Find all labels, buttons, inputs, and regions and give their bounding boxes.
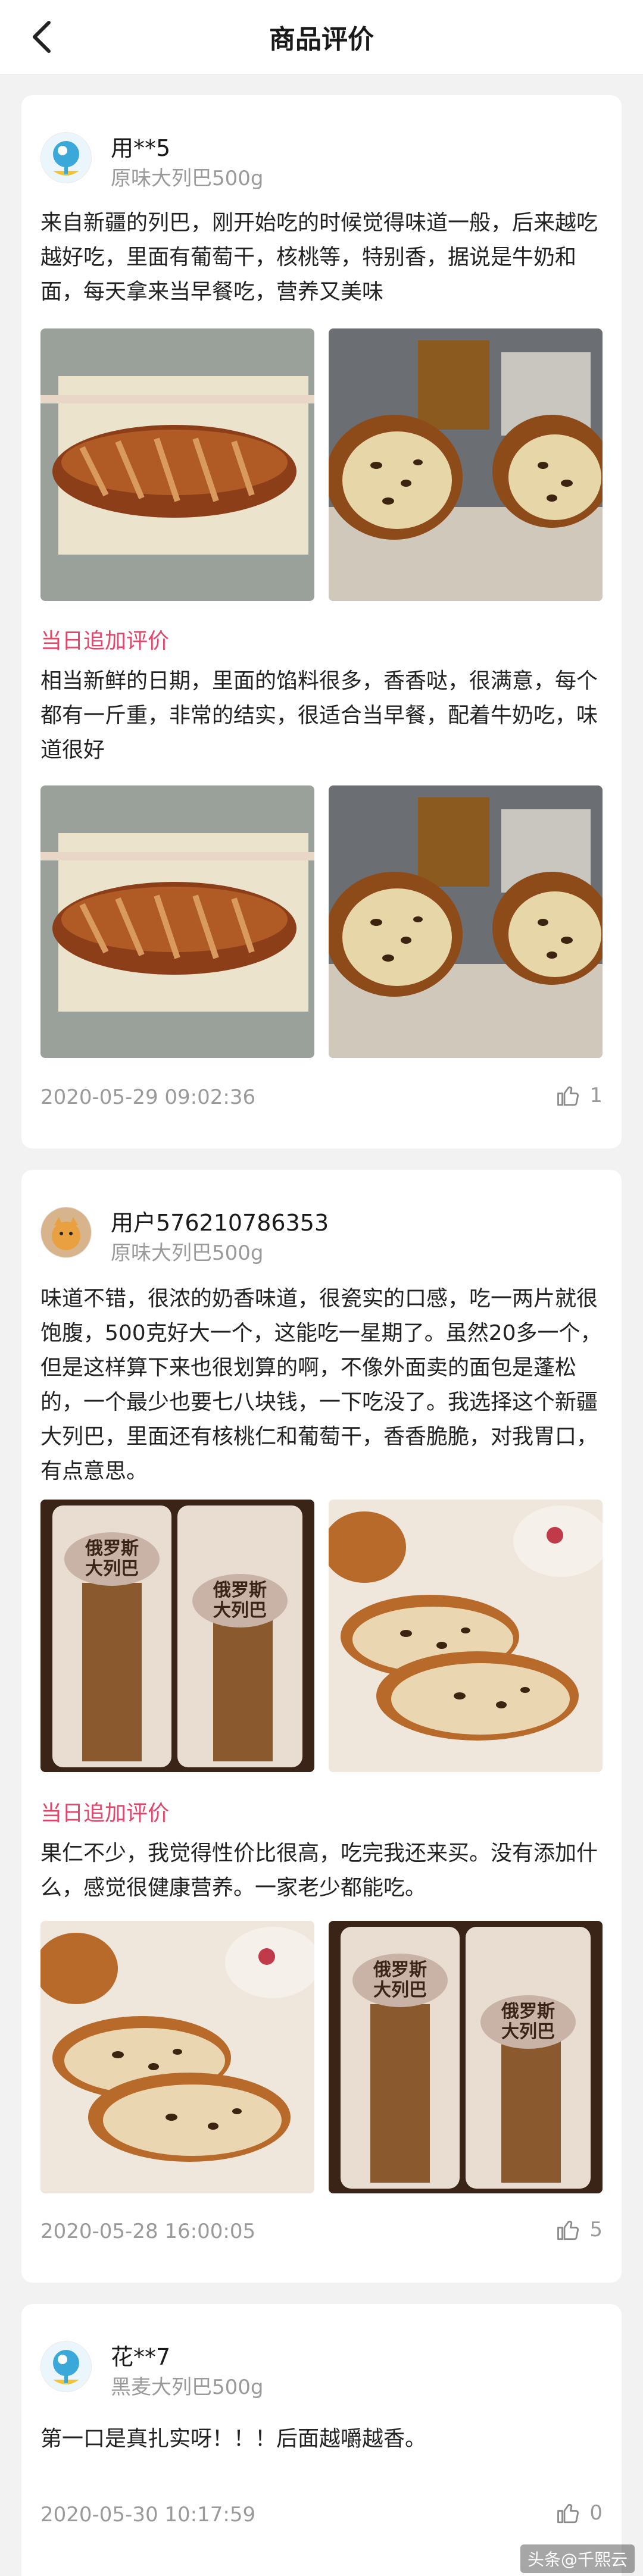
svg-text:大列巴: 大列巴 xyxy=(501,2021,555,2042)
followup-text: 果仁不少，我觉得性价比很高，吃完我还来买。没有添加什么，感觉很健康营养。一家老少… xyxy=(40,1841,598,1900)
review-text: 来自新疆的列巴，刚开始吃的时候觉得味道一般，后来越吃越好吃，里面有葡萄干，核桃等… xyxy=(40,211,598,304)
reviewer-name[interactable]: 用**5 xyxy=(111,130,170,162)
like-count: 0 xyxy=(589,2501,603,2525)
like-button[interactable]: 1 xyxy=(556,1083,603,1108)
thumbs-up-icon xyxy=(557,1086,579,1106)
followup-label: 当日追加评价 xyxy=(40,629,170,653)
svg-text:俄罗斯: 俄罗斯 xyxy=(501,2001,555,2022)
product-variant: 黑麦大列巴500g xyxy=(111,2375,264,2399)
followup-text: 相当新鲜的日期，里面的馅料很多，香香哒，很满意，每个都有一斤重，非常的结实，很适… xyxy=(40,669,598,762)
review-date: 2020-05-30 10:17:59 xyxy=(40,2503,256,2527)
like-count: 5 xyxy=(589,2218,603,2242)
thumbs-up-icon xyxy=(557,2220,579,2240)
like-count: 1 xyxy=(589,1084,603,1107)
followup-label: 当日追加评价 xyxy=(40,1801,170,1826)
top-bar: 商品评价 xyxy=(0,0,643,74)
review-card: 用**5 原味大列巴500g 来自新疆的列巴，刚开始吃的时候觉得味道一般，后来越… xyxy=(21,95,622,1148)
like-button[interactable]: 5 xyxy=(556,2217,603,2242)
reviewer-name[interactable]: 花**7 xyxy=(111,2339,170,2371)
svg-text:大列巴: 大列巴 xyxy=(213,1600,267,1621)
page-title: 商品评价 xyxy=(269,24,374,55)
thumbs-up-icon xyxy=(557,2503,579,2524)
review-card: 用户576210786353 原味大列巴500g 味道不错，很浓的奶香味道，很瓷… xyxy=(21,1170,622,2283)
svg-text:俄罗斯: 俄罗斯 xyxy=(85,1538,139,1559)
review-photo[interactable] xyxy=(40,328,314,601)
svg-text:大列巴: 大列巴 xyxy=(373,1980,427,2001)
review-photo[interactable] xyxy=(40,785,314,1058)
review-photo[interactable]: 俄罗斯 大列巴 俄罗斯 大列巴 xyxy=(329,1921,603,2193)
svg-text:俄罗斯: 俄罗斯 xyxy=(373,1960,427,1980)
watermark: 头条@千熙云 xyxy=(520,2544,635,2573)
review-photo[interactable] xyxy=(40,1921,314,2193)
review-photo[interactable]: 俄罗斯 大列巴 俄罗斯 大列巴 xyxy=(40,1500,314,1772)
review-date: 2020-05-29 09:02:36 xyxy=(40,1085,256,1109)
review-text: 第一口是真扎实呀！！！后面越嚼越香。 xyxy=(40,2427,427,2451)
avatar[interactable] xyxy=(40,132,92,183)
svg-text:俄罗斯: 俄罗斯 xyxy=(213,1580,267,1601)
review-photo[interactable] xyxy=(329,1500,603,1772)
review-photo[interactable] xyxy=(329,785,603,1058)
avatar[interactable] xyxy=(40,1207,92,1258)
product-variant: 原味大列巴500g xyxy=(111,167,264,190)
like-button[interactable]: 0 xyxy=(556,2500,603,2525)
svg-text:大列巴: 大列巴 xyxy=(85,1558,139,1579)
review-card: 花**7 黑麦大列巴500g 第一口是真扎实呀！！！后面越嚼越香。 2020-0… xyxy=(21,2304,622,2576)
review-text: 味道不错，很浓的奶香味道，很瓷实的口感，吃一两片就很饱腹，500克好大一个，这能… xyxy=(40,1287,602,1483)
review-photo[interactable] xyxy=(329,328,603,601)
product-variant: 原味大列巴500g xyxy=(111,1241,264,1265)
avatar[interactable] xyxy=(40,2341,92,2392)
review-date: 2020-05-28 16:00:05 xyxy=(40,2220,256,2243)
reviewer-name[interactable]: 用户576210786353 xyxy=(111,1204,329,1237)
